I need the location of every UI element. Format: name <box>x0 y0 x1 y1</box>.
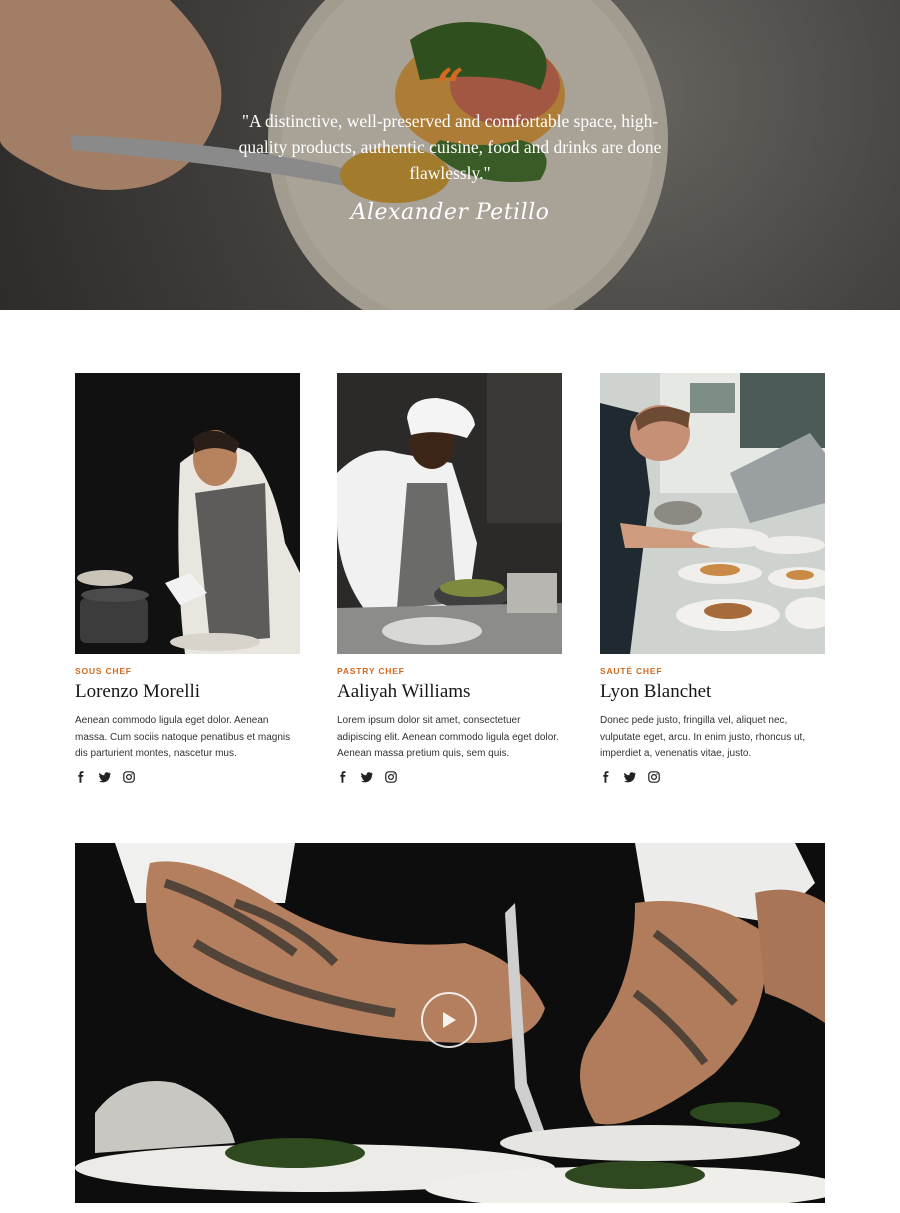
play-button[interactable] <box>421 992 477 1048</box>
play-icon <box>443 1012 456 1028</box>
twitter-icon[interactable] <box>361 771 373 783</box>
social-links <box>75 770 300 783</box>
chef-role: Pastry Chef <box>337 666 405 676</box>
twitter-icon[interactable] <box>624 771 636 783</box>
team-card: Pastry Chef Aaliyah Williams Lorem ipsum… <box>337 373 562 783</box>
chef-photo <box>600 373 825 654</box>
social-links <box>337 770 562 783</box>
chef-role: Sauté Chef <box>600 666 663 676</box>
quote-icon: “ <box>436 59 464 115</box>
instagram-icon[interactable] <box>648 770 660 783</box>
chef-photo <box>75 373 300 654</box>
chef-name: Lorenzo Morelli <box>75 681 201 702</box>
social-links <box>600 770 825 783</box>
facebook-icon[interactable] <box>600 770 612 783</box>
team-card: Sous Chef Lorenzo Morelli Aenean commodo… <box>75 373 300 783</box>
chef-photo <box>337 373 562 654</box>
instagram-icon[interactable] <box>385 770 397 783</box>
chef-name: Aaliyah Williams <box>337 681 471 702</box>
chef-bio: Aenean commodo ligula eget dolor. Aenean… <box>75 715 291 759</box>
testimonial: “ "A distinctive, well-preserved and com… <box>0 59 900 225</box>
testimonial-hero: “ "A distinctive, well-preserved and com… <box>0 0 900 310</box>
facebook-icon[interactable] <box>337 770 349 783</box>
team-card: Sauté Chef Lyon Blanchet Donec pede just… <box>600 373 825 783</box>
chef-bio: Donec pede justo, fringilla vel, aliquet… <box>600 715 806 759</box>
testimonial-quote: "A distinctive, well-preserved and comfo… <box>238 111 662 183</box>
instagram-icon[interactable] <box>123 770 135 783</box>
testimonial-author: Alexander Petillo <box>350 200 550 225</box>
team-section: Sous Chef Lorenzo Morelli Aenean commodo… <box>75 373 825 793</box>
chef-name: Lyon Blanchet <box>600 681 712 702</box>
twitter-icon[interactable] <box>99 771 111 783</box>
chef-bio: Lorem ipsum dolor sit amet, consectetuer… <box>337 715 559 759</box>
chef-role: Sous Chef <box>75 666 132 676</box>
facebook-icon[interactable] <box>75 770 87 783</box>
video-section <box>75 843 825 1203</box>
